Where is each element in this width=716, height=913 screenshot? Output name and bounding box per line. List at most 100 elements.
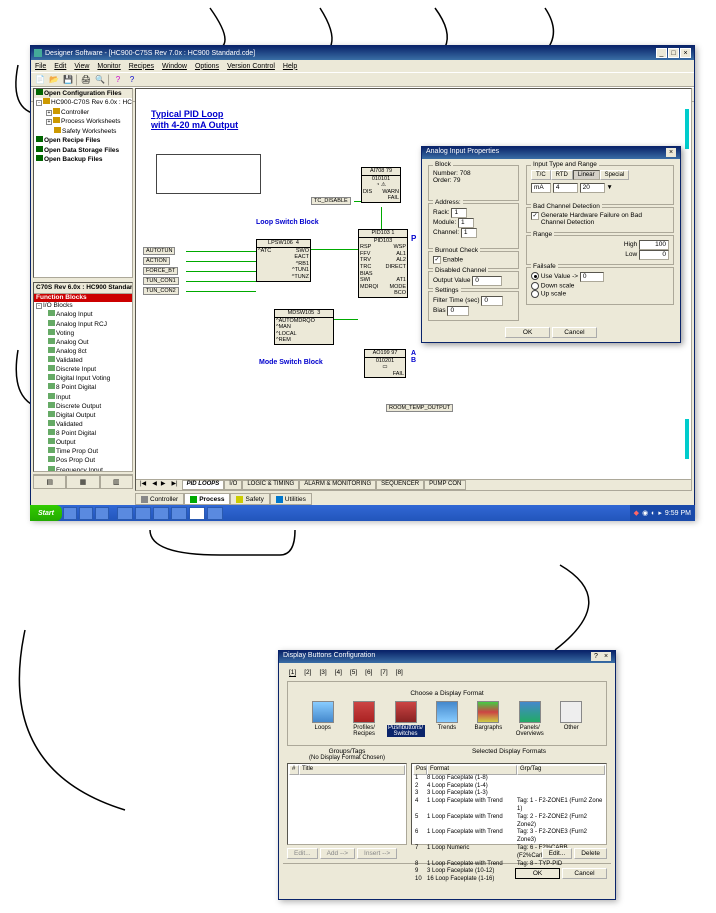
maximize-button[interactable]: □	[668, 48, 679, 58]
selected-edit-button[interactable]: Edit...	[542, 848, 573, 859]
task-button[interactable]	[189, 507, 205, 520]
tab-linear[interactable]: Linear	[573, 170, 600, 180]
fb-item[interactable]: Discrete Input	[34, 365, 132, 374]
tab-io[interactable]: I/O	[224, 480, 242, 490]
left-tab-3[interactable]: ▥	[100, 475, 133, 489]
fb-item[interactable]: Frequency Input	[34, 466, 132, 473]
fb-item[interactable]: Voting	[34, 329, 132, 338]
save-icon[interactable]: 💾	[62, 74, 74, 86]
selected-listbox[interactable]: PosFormatGrp/Tag 18 Loop Faceplate (1-8)…	[411, 763, 607, 845]
tray-icon[interactable]: ◉	[642, 509, 648, 517]
dialog-titlebar[interactable]: Analog Input Properties ×	[422, 147, 680, 159]
tree-item[interactable]: Open Recipe Files	[44, 137, 100, 144]
pin-tun2[interactable]: TUN_CON2	[143, 287, 179, 295]
dlg2-cancel-button[interactable]: Cancel	[562, 868, 607, 879]
fb-item[interactable]: Time Prop Out	[34, 447, 132, 456]
module-input[interactable]: 1	[458, 218, 474, 228]
menu-help[interactable]: Help	[283, 63, 297, 70]
fb-item[interactable]: Analog Out	[34, 338, 132, 347]
function-block-tree[interactable]: C70S Rev 6.0x : HC900 Standard C Functio…	[33, 282, 133, 472]
tab-alarm[interactable]: ALARM & MONITORING	[299, 480, 376, 490]
pin-action[interactable]: ACTION	[143, 257, 170, 265]
tab-pid-loops[interactable]: PID LOOPS	[182, 480, 225, 490]
rack-input[interactable]: 1	[451, 208, 467, 218]
mode-tabs[interactable]: Controller Process Safety Utilities	[135, 493, 312, 505]
fb-item[interactable]: Validated	[34, 420, 132, 429]
tab-process[interactable]: Process	[184, 493, 230, 505]
ok-button[interactable]: OK	[505, 327, 550, 338]
tab-safety[interactable]: Safety	[230, 493, 269, 505]
list-row[interactable]: 18 Loop Faceplate (1-8)	[413, 775, 605, 783]
menu-monitor[interactable]: Monitor	[97, 63, 120, 70]
help-icon[interactable]: ?	[112, 74, 124, 86]
format-bargraphs[interactable]: Bargraphs	[469, 701, 507, 737]
tab-sequencer[interactable]: SEQUENCER	[376, 480, 424, 490]
task-button[interactable]	[117, 507, 133, 520]
tree-item[interactable]: Process Worksheets	[61, 118, 120, 125]
fb-item[interactable]: Analog Input	[34, 310, 132, 319]
tab-utilities[interactable]: Utilities	[270, 493, 312, 505]
add-button[interactable]: Add -->	[320, 848, 356, 859]
dlg2-tab-6[interactable]: [6]	[365, 669, 372, 677]
pid-block[interactable]: PID103 1 PID103 RSPWSP FFVAL1 TRVAL2 TRC…	[358, 229, 408, 298]
filter-input[interactable]: 0	[481, 296, 503, 306]
dlg2-tab-8[interactable]: [8]	[396, 669, 403, 677]
tab-pump[interactable]: PUMP CON	[424, 480, 466, 490]
list-row[interactable]: 24 Loop Faceplate (1-4)	[413, 783, 605, 791]
format-profiles[interactable]: Profiles/ Recipes	[345, 701, 383, 737]
tree-item[interactable]: Open Backup Files	[44, 156, 103, 163]
worksheet-tabs[interactable]: |◀ ◀ ▶ ▶| PID LOOPS I/O LOGIC & TIMING A…	[136, 479, 691, 490]
tab-nav-last[interactable]: ▶|	[167, 480, 181, 490]
tree-item[interactable]: Safety Worksheets	[62, 128, 116, 135]
print-icon[interactable]: 🖨	[80, 74, 92, 86]
quick-launch[interactable]	[63, 507, 77, 520]
list-row[interactable]: 51 Loop Faceplate with TrendTag: 2 - F2-…	[413, 814, 605, 830]
dlg2-tab-5[interactable]: [5]	[350, 669, 357, 677]
dialog-close-button[interactable]: ×	[666, 148, 676, 157]
channel-input[interactable]: 1	[461, 228, 477, 238]
collapse-icon[interactable]: -	[36, 303, 42, 309]
mdsw-block[interactable]: MDSW105 3 ^AUTOMDRQO ^MAN ^LOCAL ^REM	[274, 309, 334, 345]
tab-nav-prev[interactable]: ◀	[150, 480, 159, 490]
start-button[interactable]: Start	[30, 505, 62, 521]
dialog2-tabs[interactable]: [1] [2] [3] [4] [5] [6] [7] [8]	[283, 667, 611, 679]
menu-view[interactable]: View	[74, 63, 89, 70]
help2-icon[interactable]: ?	[126, 74, 138, 86]
format-pushbuttons[interactable]: Pushbuttons/ Switches	[387, 701, 425, 737]
col-pos[interactable]: Pos	[413, 765, 427, 775]
fb-item[interactable]: Pos Prop Out	[34, 456, 132, 465]
pin-tc-disable[interactable]: TC_DISABLE	[311, 197, 351, 205]
use-value-input[interactable]: 0	[580, 272, 604, 282]
tab-nav-next[interactable]: ▶	[159, 480, 168, 490]
fb-item[interactable]: Digital Output	[34, 411, 132, 420]
bias-input[interactable]: 0	[447, 306, 469, 316]
dlg2-tab-4[interactable]: [4]	[335, 669, 342, 677]
task-button[interactable]	[171, 507, 187, 520]
high-input[interactable]: 100	[639, 240, 669, 250]
new-icon[interactable]: 📄	[34, 74, 46, 86]
tray-icon[interactable]: ◐	[651, 510, 655, 517]
minimize-button[interactable]: _	[656, 48, 667, 58]
menu-version[interactable]: Version Control	[227, 63, 275, 70]
lpsw-block[interactable]: LPSW106 4 ^ATCSWO EACT ^RB1 ^TUN1 ^TUNZ	[256, 239, 311, 282]
range-lo-input[interactable]: 4	[553, 183, 578, 193]
dlg2-tab-1[interactable]: [1]	[289, 669, 296, 677]
groups-listbox[interactable]: #Title	[287, 763, 407, 845]
output-value-input[interactable]: 0	[472, 276, 502, 286]
dialog2-help-button[interactable]: ?	[591, 652, 601, 661]
fb-item[interactable]: 8 Point Digital	[34, 429, 132, 438]
tray-icon[interactable]: ◆	[634, 509, 639, 517]
left-tab-2[interactable]: ▦	[66, 475, 99, 489]
config-tree[interactable]: Open Configuration Files -HC900-C70S Rev…	[33, 88, 133, 278]
left-tab-1[interactable]: ▤	[33, 475, 66, 489]
fb-item[interactable]: Output	[34, 438, 132, 447]
collapse-icon[interactable]: -	[36, 100, 42, 106]
delete-button[interactable]: Delete	[574, 848, 607, 859]
tab-controller[interactable]: Controller	[135, 493, 184, 505]
tab-special[interactable]: Special	[600, 170, 630, 180]
insert-button[interactable]: Insert -->	[357, 848, 397, 859]
groups-edit-button[interactable]: Edit...	[287, 848, 318, 859]
menu-options[interactable]: Options	[195, 63, 219, 70]
tree-item[interactable]: Open Data Storage Files	[44, 147, 119, 154]
menu-recipes[interactable]: Recipes	[129, 63, 154, 70]
